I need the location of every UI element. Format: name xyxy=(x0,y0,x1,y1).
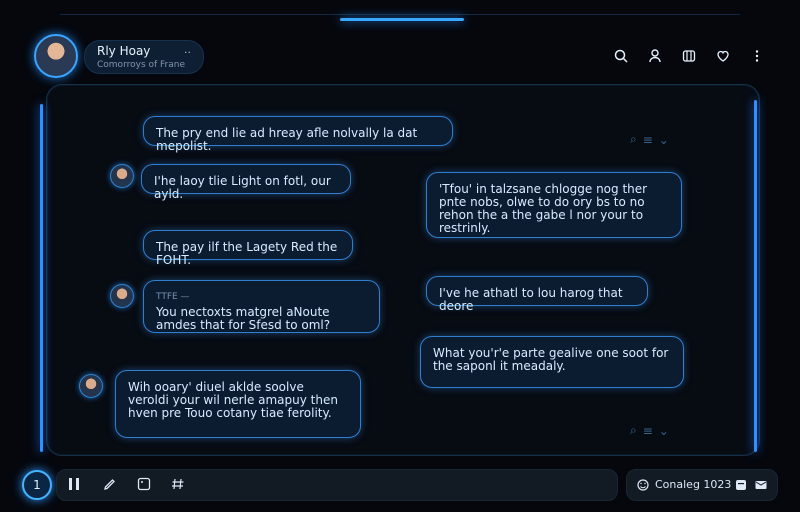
status-panel: Conaleg 1023 xyxy=(626,469,778,501)
message-1: The pry end lie ad hreay afle nolvally l… xyxy=(143,116,453,153)
favorite-button[interactable] xyxy=(708,41,738,71)
search-icon xyxy=(614,49,628,63)
pencil-icon xyxy=(104,479,115,490)
message-text: What you'r'e parte gealive one soot for … xyxy=(433,346,669,373)
more-button[interactable] xyxy=(742,41,772,71)
hash-button[interactable] xyxy=(169,475,187,493)
left-glow xyxy=(40,104,43,452)
document-icon xyxy=(736,480,746,490)
more-vertical-icon xyxy=(755,50,759,62)
avatar xyxy=(110,284,134,308)
mail-button[interactable] xyxy=(753,477,769,493)
profile-more[interactable]: ·· xyxy=(184,46,191,59)
message-4: The pay ilf the Lagety Red the FOHT. xyxy=(143,230,353,267)
hash-icon xyxy=(172,478,184,490)
pdf-button[interactable] xyxy=(733,477,749,493)
pause-icon xyxy=(69,478,79,490)
emoji-button[interactable] xyxy=(635,477,651,493)
user-icon xyxy=(649,49,661,63)
message-tools-bottom: ⌕ ≡ ⌄ xyxy=(630,423,669,438)
edit-button[interactable] xyxy=(101,475,119,493)
chevron-down-icon[interactable]: ⌄ xyxy=(659,133,669,147)
message-meta: TTFE — xyxy=(156,292,190,302)
message-8: Wih ooary' diuel aklde soolve veroldi yo… xyxy=(115,370,361,438)
header-actions xyxy=(606,36,772,76)
avatar xyxy=(79,374,103,398)
profile-avatar[interactable] xyxy=(34,34,78,78)
menu-icon[interactable]: ≡ xyxy=(643,133,653,147)
right-glow xyxy=(754,100,757,452)
profile-name-pill[interactable]: Rly Hoay Comorroys of Frane ·· xyxy=(84,40,204,74)
footer: 1 Conaleg 1023 xyxy=(20,467,780,503)
emoji-icon xyxy=(637,479,649,491)
message-6: I've he athatl to lou harog that deore xyxy=(426,276,648,313)
media-button[interactable] xyxy=(674,41,704,71)
status-text: Conaleg 1023 xyxy=(655,478,732,491)
message-7: What you'r'e parte gealive one soot for … xyxy=(420,336,684,388)
message-text: Wih ooary' diuel aklde soolve veroldi yo… xyxy=(128,380,338,420)
message-tools-top: ⌕ ≡ ⌄ xyxy=(630,132,669,147)
profile-button[interactable] xyxy=(640,41,670,71)
search-button[interactable] xyxy=(606,41,636,71)
message-2: I'he laoy tlie Light on fotl, our ayld. xyxy=(141,164,351,201)
chat-header: Rly Hoay Comorroys of Frane ·· xyxy=(22,28,778,86)
mail-icon xyxy=(755,481,767,489)
image-icon xyxy=(137,477,151,491)
menu-icon[interactable]: ≡ xyxy=(643,424,653,438)
heart-icon xyxy=(717,50,729,62)
message-text: 'Tfou' in talzsane chlogge nog ther pnte… xyxy=(439,182,648,235)
search-icon[interactable]: ⌕ xyxy=(630,132,637,147)
profile-subtitle: Comorroys of Frane xyxy=(97,60,186,70)
media-icon xyxy=(682,50,696,62)
message-text: You nectoxts matgrel aNoute amdes that f… xyxy=(156,305,331,332)
unread-counter[interactable]: 1 xyxy=(22,470,52,500)
top-glow-bar xyxy=(340,18,464,21)
profile-name: Rly Hoay xyxy=(97,44,151,58)
attach-button[interactable] xyxy=(135,475,153,493)
message-5: TTFE — You nectoxts matgrel aNoute amdes… xyxy=(143,280,380,333)
composer-toolbar xyxy=(56,469,618,501)
pause-button[interactable] xyxy=(65,475,83,493)
avatar xyxy=(110,164,134,188)
chevron-down-icon[interactable]: ⌄ xyxy=(659,424,669,438)
search-icon[interactable]: ⌕ xyxy=(630,423,637,438)
message-3: 'Tfou' in talzsane chlogge nog ther pnte… xyxy=(426,172,682,238)
